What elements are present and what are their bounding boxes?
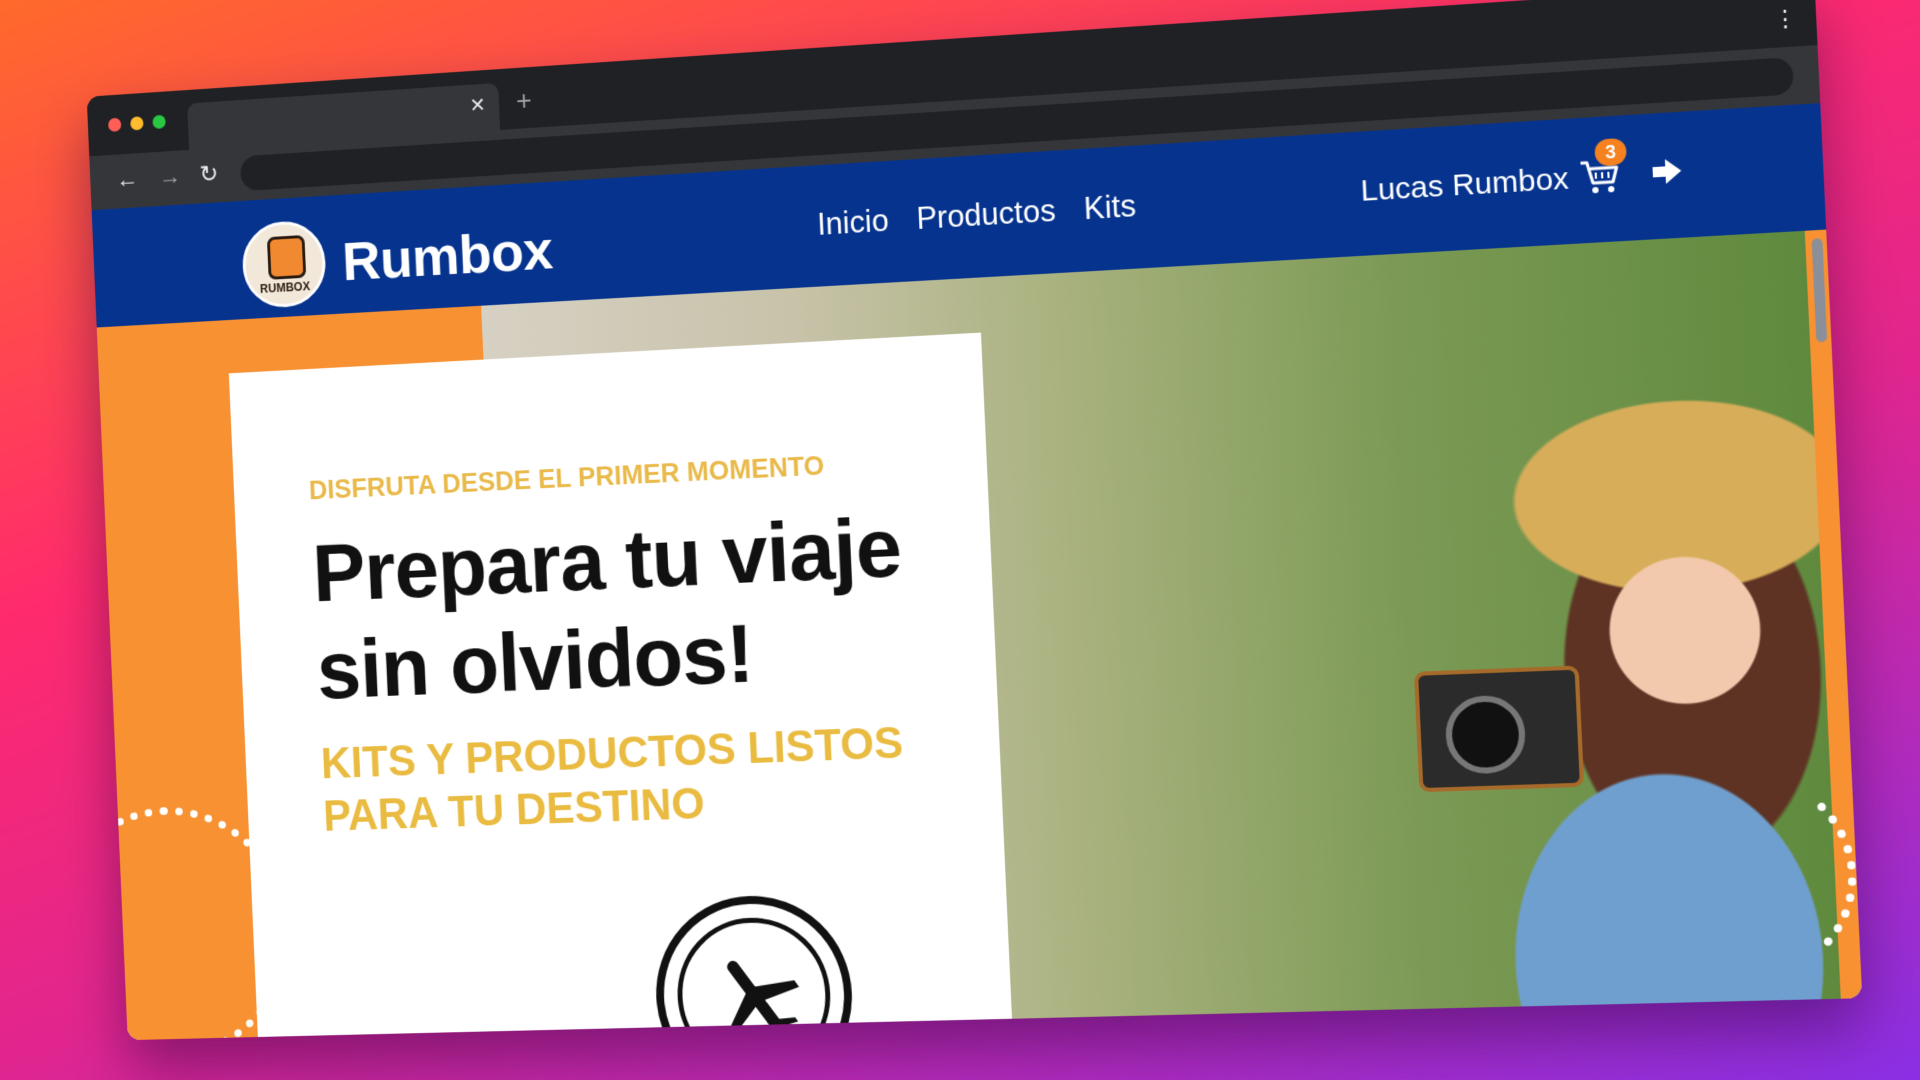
forward-button[interactable]: →	[158, 163, 181, 190]
logo[interactable]: RUMBOX Rumbox	[240, 205, 554, 310]
nav-item-kits[interactable]: Kits	[1083, 188, 1137, 227]
hero-subheadline: KITS Y PRODUCTOS LISTOS PARA TU DESTINO	[319, 718, 905, 841]
logo-badge: RUMBOX	[240, 219, 328, 310]
suitcase-icon	[266, 234, 307, 280]
nav-item-productos[interactable]: Productos	[916, 193, 1057, 237]
browser-menu-icon[interactable]: ⋮	[1773, 5, 1798, 32]
airplane-badge	[651, 893, 857, 1041]
minimize-window-button[interactable]	[130, 116, 144, 131]
hero-card: DISFRUTA DESDE EL PRIMER MOMENTO Prepara…	[228, 332, 1017, 1041]
hero-kicker: DISFRUTA DESDE EL PRIMER MOMENTO	[308, 450, 825, 506]
brand-name: Rumbox	[340, 217, 554, 292]
user-name[interactable]: Lucas Rumbox	[1360, 162, 1570, 209]
camera-image	[1413, 665, 1585, 793]
reload-button[interactable]: ↻	[199, 161, 219, 188]
airplane-icon	[716, 958, 800, 1041]
logout-icon[interactable]	[1648, 153, 1686, 190]
hero-headline: Prepara tu viaje sin olvidos!	[310, 499, 903, 717]
camera-lens	[1444, 694, 1527, 775]
logo-badge-text: RUMBOX	[259, 279, 311, 296]
browser-window: ✕ + ⋮ ← → ↻ RUMBOX Rumbox Inicio Product…	[86, 0, 1863, 1041]
web-page: RUMBOX Rumbox Inicio Productos Kits Luca…	[91, 103, 1863, 1041]
close-window-button[interactable]	[107, 117, 122, 132]
nav-item-inicio[interactable]: Inicio	[816, 203, 889, 243]
window-controls	[107, 114, 166, 132]
main-nav: Inicio Productos Kits	[816, 188, 1136, 243]
cart-count-badge: 3	[1594, 137, 1627, 167]
close-tab-icon[interactable]: ✕	[469, 94, 486, 119]
maximize-window-button[interactable]	[152, 114, 166, 130]
new-tab-button[interactable]: +	[515, 85, 532, 116]
hero-banner: DISFRUTA DESDE EL PRIMER MOMENTO Prepara…	[91, 229, 1863, 1041]
back-button[interactable]: ←	[116, 166, 139, 193]
